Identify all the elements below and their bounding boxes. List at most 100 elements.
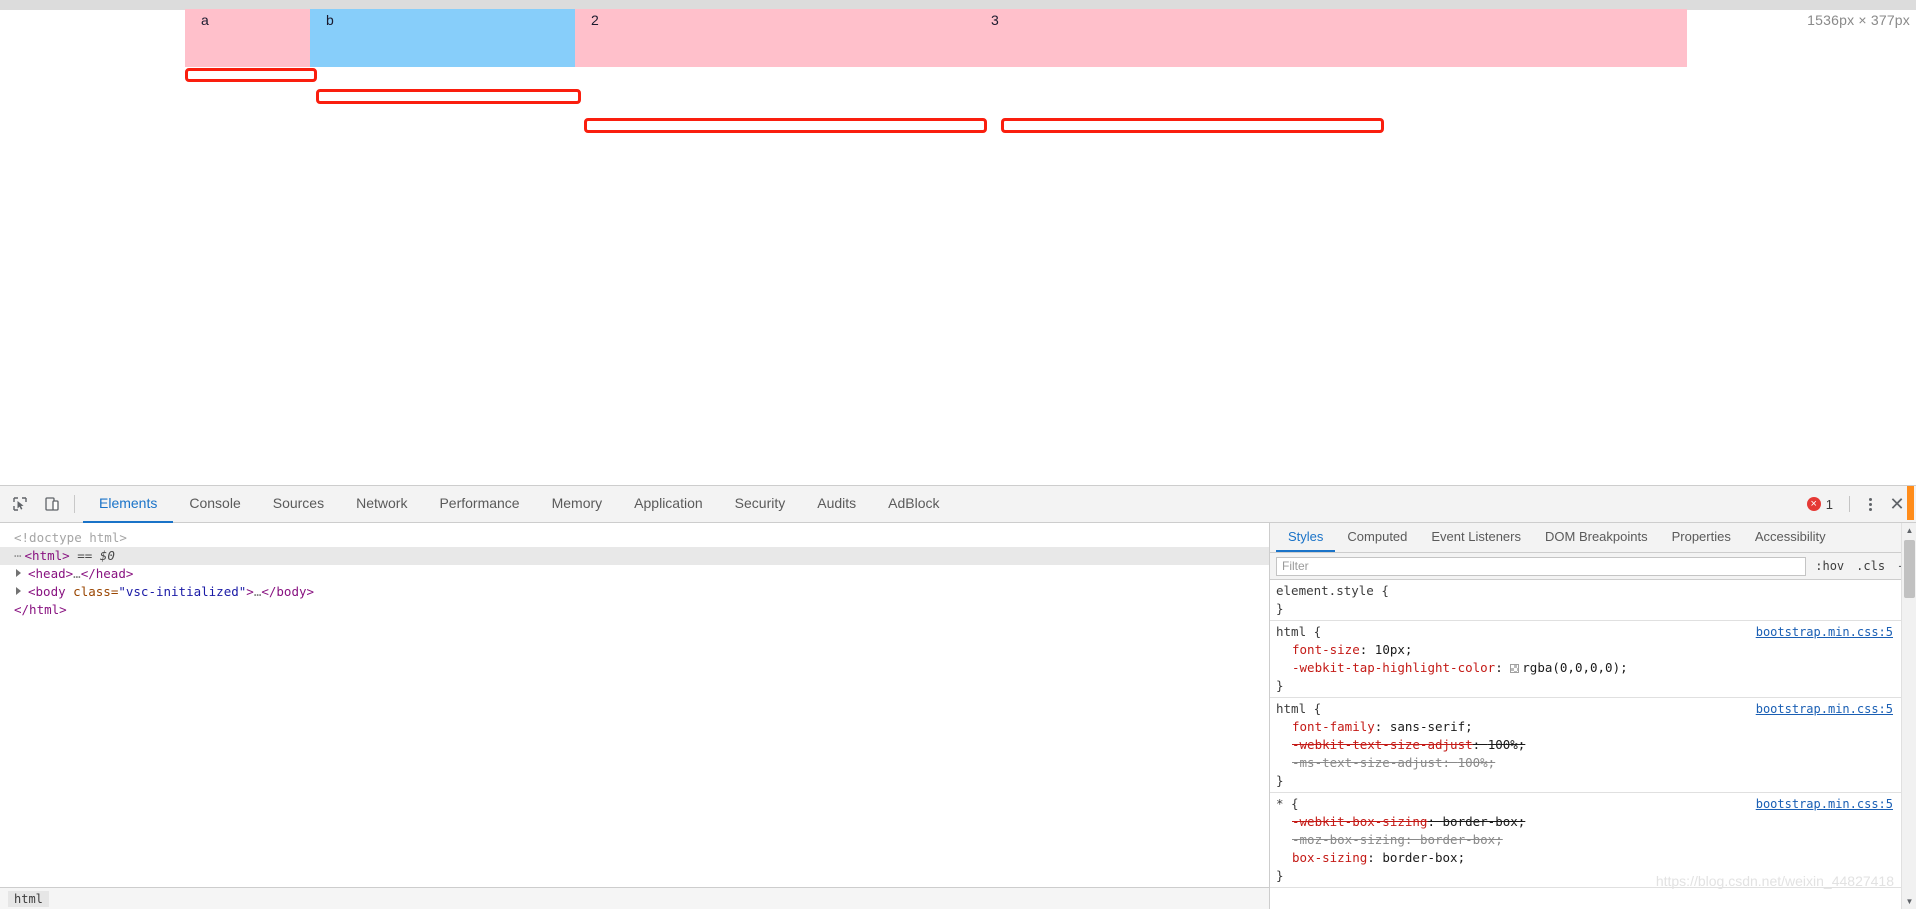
scroll-down-icon[interactable]: ▼ (1902, 894, 1916, 909)
flex-container: a b 2 3 (185, 9, 1687, 67)
tab-memory[interactable]: Memory (536, 486, 619, 523)
style-rule-selector[interactable]: element.style { (1276, 582, 1389, 600)
tab-computed[interactable]: Computed (1335, 523, 1419, 552)
dom-tree[interactable]: <!doctype html> ⋯ <html> == $0 <head>… </h… (0, 523, 1269, 887)
tab-audits[interactable]: Audits (801, 486, 872, 523)
declaration-value: border-box; (1419, 832, 1503, 847)
style-rule-origin[interactable]: bootstrap.min.css:5 (1756, 700, 1893, 718)
style-declaration[interactable]: font-size: 10px; (1270, 641, 1901, 659)
style-rule-selector[interactable]: * { (1276, 795, 1299, 813)
toolbar-divider-2 (1849, 496, 1850, 512)
style-declaration-disabled[interactable]: -webkit-box-sizing: border-box; (1270, 813, 1901, 831)
tab-network[interactable]: Network (340, 486, 423, 523)
declaration-colon: : (1367, 850, 1383, 865)
tab-dom-breakpoints-label: DOM Breakpoints (1545, 529, 1648, 544)
tab-application-label: Application (634, 495, 703, 511)
dom-line-html[interactable]: ⋯ <html> == $0 (0, 547, 1269, 565)
chevron-right-icon[interactable] (16, 587, 21, 595)
doctype-text: <!doctype html> (14, 530, 127, 545)
cls-toggle-button[interactable]: .cls (1853, 559, 1888, 573)
style-rule: * { bootstrap.min.css:5 -webkit-box-sizi… (1270, 793, 1901, 888)
screenshot-root: a b 2 3 1536px × 377px Elements Console … (0, 0, 1916, 909)
color-swatch-icon[interactable] (1510, 664, 1520, 673)
dom-line-doctype[interactable]: <!doctype html> (0, 529, 1269, 547)
declaration-colon: : (1359, 642, 1375, 657)
style-rule-origin[interactable]: bootstrap.min.css:5 (1756, 623, 1893, 641)
declaration-property: -ms-text-size-adjust (1292, 755, 1443, 770)
dom-line-html-close[interactable]: </html> (0, 601, 1269, 619)
style-declaration-disabled[interactable]: -moz-box-sizing: border-box; (1270, 831, 1901, 849)
tab-accessibility-label: Accessibility (1754, 529, 1826, 544)
tab-application[interactable]: Application (618, 486, 719, 523)
style-rule-selector[interactable]: html { (1276, 623, 1321, 641)
tab-event-listeners[interactable]: Event Listeners (1419, 523, 1533, 552)
error-count-badge[interactable]: × 1 (1806, 497, 1833, 512)
body-attr-name: class (73, 584, 111, 599)
style-rule-close: } (1276, 773, 1284, 788)
style-declaration[interactable]: -webkit-tap-highlight-color: rgba(0,0,0,… (1270, 659, 1901, 677)
chevron-right-icon[interactable] (16, 569, 21, 577)
body-attr-value: "vsc-initialized" (118, 584, 247, 599)
tab-security-label: Security (734, 495, 786, 511)
device-toolbar-icon[interactable] (38, 490, 66, 518)
filter-input[interactable] (1276, 556, 1807, 576)
html-tag: <html> (24, 548, 70, 563)
annotation-box-4 (1001, 118, 1384, 133)
page-viewport: a b 2 3 1536px × 377px (0, 0, 1916, 485)
declaration-property: -moz-box-sizing (1292, 832, 1405, 847)
styles-scrollbar[interactable]: ▲ ▼ (1901, 523, 1916, 909)
style-rule-header: html { bootstrap.min.css:5 (1270, 700, 1901, 718)
devtools-panel: Elements Console Sources Network Perform… (0, 485, 1916, 909)
flex-item-2-label: 2 (591, 12, 599, 28)
hov-toggle-button[interactable]: :hov (1812, 559, 1847, 573)
inspect-cursor-icon[interactable] (6, 490, 34, 518)
style-declaration[interactable]: font-family: sans-serif; (1270, 718, 1901, 736)
tab-event-listeners-label: Event Listeners (1431, 529, 1521, 544)
declaration-value: 100%; (1487, 737, 1526, 752)
breadcrumb-item-html[interactable]: html (8, 890, 49, 907)
body-tag-open: <body (28, 584, 66, 599)
tab-elements[interactable]: Elements (83, 486, 174, 523)
tab-dom-breakpoints[interactable]: DOM Breakpoints (1533, 523, 1660, 552)
tab-accessibility[interactable]: Accessibility (1743, 523, 1838, 552)
dom-line-body[interactable]: <body class = "vsc-initialized" >… </body> (0, 583, 1269, 601)
declaration-value: 100%; (1457, 755, 1496, 770)
style-declaration-disabled[interactable]: -webkit-text-size-adjust: 100%; (1270, 736, 1901, 754)
style-rule-close: } (1276, 868, 1284, 883)
declaration-colon: : (1472, 737, 1488, 752)
flex-item-a: a (185, 9, 310, 67)
declaration-property: font-family (1292, 719, 1375, 734)
toolbar-divider (74, 495, 75, 513)
flex-item-b-label: b (326, 12, 334, 28)
dom-line-head[interactable]: <head>… </head> (0, 565, 1269, 583)
style-rule-header: html { bootstrap.min.css:5 (1270, 623, 1901, 641)
style-declaration[interactable]: box-sizing: border-box; (1270, 849, 1901, 867)
declaration-value: 10px; (1374, 642, 1413, 657)
declaration-property: -webkit-text-size-adjust (1292, 737, 1473, 752)
tab-performance[interactable]: Performance (423, 486, 535, 523)
tab-properties[interactable]: Properties (1660, 523, 1743, 552)
tab-adblock[interactable]: AdBlock (872, 486, 955, 523)
tab-styles[interactable]: Styles (1276, 523, 1336, 552)
declaration-value: sans-serif; (1389, 719, 1473, 734)
scrollbar-thumb[interactable] (1904, 540, 1915, 598)
tab-sources[interactable]: Sources (257, 486, 340, 523)
tab-performance-label: Performance (439, 495, 520, 511)
style-rule-header: * { bootstrap.min.css:5 (1270, 795, 1901, 813)
tab-console[interactable]: Console (173, 486, 256, 523)
style-rule-selector[interactable]: html { (1276, 700, 1321, 718)
flex-item-2: 2 (575, 9, 975, 67)
head-tag-open: <head> (28, 566, 74, 581)
scroll-up-icon[interactable]: ▲ (1902, 523, 1916, 538)
devtools-body: <!doctype html> ⋯ <html> == $0 <head>… </h… (0, 523, 1916, 909)
kebab-menu-icon[interactable] (1858, 492, 1882, 516)
viewport-dimension-badge: 1536px × 377px (1807, 12, 1910, 28)
tab-security[interactable]: Security (719, 486, 802, 523)
styles-tab-strip: Styles Computed Event Listeners DOM Brea… (1270, 523, 1916, 553)
tab-styles-label: Styles (1288, 529, 1324, 544)
tab-properties-label: Properties (1671, 529, 1731, 544)
style-declaration-disabled[interactable]: -ms-text-size-adjust: 100%; (1270, 754, 1901, 772)
toolbar-right-group: × 1 ✕ (1806, 486, 1916, 523)
flex-item-3: 3 (975, 9, 1687, 67)
style-rule-origin[interactable]: bootstrap.min.css:5 (1756, 795, 1893, 813)
